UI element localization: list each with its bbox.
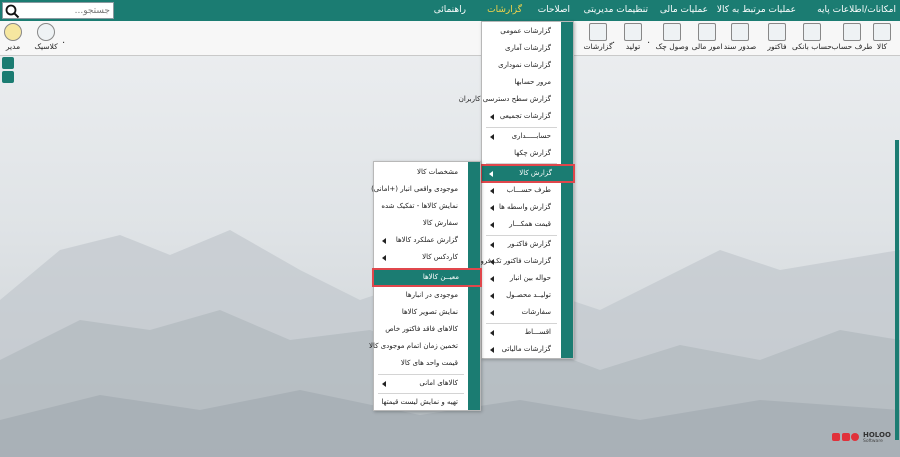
menu-item-orders[interactable]: سفارشات — [482, 304, 561, 321]
search-box[interactable] — [2, 2, 114, 19]
submenu-arrow-icon — [382, 238, 386, 244]
menu-financial-operations[interactable]: عملیات مالی — [660, 0, 708, 21]
submenu-arrow-icon — [490, 347, 494, 353]
menu-item-single-sale-invoice-reports[interactable]: گزارشات فاکتور تک فروشی — [469, 253, 561, 270]
search-input[interactable] — [22, 4, 110, 17]
goods-report-submenu: مشخصات کالا موجودی واقعی انبار (+امانی) … — [369, 161, 482, 411]
menu-item-real-stock[interactable]: موجودی واقعی انبار (+امانی) — [371, 181, 468, 198]
box-icon — [873, 23, 891, 41]
menu-item-goods-detailed[interactable]: نمایش کالاها - تفکیک شده — [374, 198, 468, 215]
menu-item-price-list[interactable]: تهیه و نمایش لیست قیمتها — [374, 394, 468, 411]
menu-corrections[interactable]: اصلاحات — [538, 0, 570, 21]
logo-subtext: Software — [863, 439, 883, 444]
toolbar-invoice-button[interactable]: فاکتور — [767, 21, 787, 56]
menu-item-goods-ledger[interactable]: معیــن کالاها — [372, 268, 482, 287]
submenu-arrow-icon — [489, 171, 493, 177]
menu-divider — [486, 163, 557, 164]
submenu-arrow-icon — [490, 310, 494, 316]
toolbar-bank-account-button[interactable]: حساب بانکی — [792, 21, 832, 56]
menu-item-cheque-report[interactable]: گزارش چکها — [482, 145, 561, 162]
submenu-arrow-icon — [490, 259, 494, 265]
menu-item-accounting[interactable]: حسابـــــداری — [482, 128, 561, 145]
toolbar-cheque-collection-button[interactable]: وصول چک — [655, 21, 689, 56]
menu-item-aggregate-reports[interactable]: گزارشات تجمیعی — [482, 108, 561, 125]
finance-icon — [698, 23, 716, 41]
menu-item-chart-reports[interactable]: گزارشات نموداری — [482, 57, 561, 74]
menu-goods-operations[interactable]: عملیات مرتبط به کالا — [717, 0, 796, 21]
toolbar-issue-document-button[interactable]: صدور سند — [724, 21, 756, 56]
menu-item-general-reports[interactable]: گزارشات عمومی — [482, 23, 561, 40]
menu-item-installments[interactable]: اقســـاط — [482, 324, 561, 341]
menu-item-account-party[interactable]: طرف حســـاب — [482, 182, 561, 199]
menu-item-account-review[interactable]: مرور حسابها — [482, 74, 561, 91]
submenu-arrow-icon — [490, 293, 494, 299]
menu-item-goods-performance[interactable]: گزارش عملکرد کالاها — [374, 232, 468, 249]
menu-item-warehouse-stock[interactable]: موجودی در انبارها — [374, 287, 468, 304]
cheque-icon — [663, 23, 681, 41]
menu-item-product-production[interactable]: تولیــد محصـول — [482, 287, 561, 304]
menu-item-tax-reports[interactable]: گزارشات مالیاتی — [482, 341, 561, 358]
submenu-arrow-icon — [382, 381, 386, 387]
invoice-icon — [768, 23, 786, 41]
menu-item-intermediaries-report[interactable]: گزارش واسطه ها — [482, 199, 561, 216]
menu-item-goods-order[interactable]: سفارش کالا — [374, 215, 468, 232]
submenu-arrow-icon — [490, 222, 494, 228]
menu-accent-strip — [561, 22, 573, 358]
menu-item-consigned-goods[interactable]: کالاهای امانی — [374, 375, 468, 392]
palette-icon — [37, 23, 55, 41]
toolbar-financial-affairs-button[interactable]: امور مالی — [692, 21, 722, 56]
submenu-arrow-icon — [490, 134, 494, 140]
toolbar-reports-label: گزارشات — [583, 42, 613, 51]
production-icon — [624, 23, 642, 41]
submenu-arrow-icon — [490, 114, 494, 120]
person-icon — [843, 23, 861, 41]
menu-management-settings[interactable]: تنظیمات مدیریتی — [584, 0, 648, 21]
toolbar-reports-button[interactable]: گزارشات — [583, 21, 613, 56]
menu-item-goods-without-invoice[interactable]: کالاهای فاقد فاکتور خاص — [374, 321, 468, 338]
toolbar-classic-button[interactable]: کلاسیک — [34, 21, 58, 56]
submenu-arrow-icon — [490, 276, 494, 282]
menu-item-statistical-reports[interactable]: گزارشات آماری — [482, 40, 561, 57]
submenu-arrow-icon — [382, 255, 386, 261]
menu-item-partner-price[interactable]: قیمت همکـــار — [482, 216, 561, 233]
reports-menu: گزارشات عمومی گزارشات آماری گزارشات نمود… — [459, 21, 575, 359]
menu-item-goods-specs[interactable]: مشخصات کالا — [374, 164, 468, 181]
manager-icon — [4, 23, 22, 41]
report-icon — [589, 23, 607, 41]
toolbar-production-button[interactable]: تولید — [623, 21, 643, 56]
bank-icon — [803, 23, 821, 41]
menu-reports[interactable]: گزارشات — [487, 0, 522, 21]
menu-item-user-access-report[interactable]: گزارش سطح دسترسی کاربران — [459, 91, 561, 108]
menu-item-unit-prices[interactable]: قیمت واحد های کالا — [374, 355, 468, 372]
info-icon[interactable] — [2, 57, 14, 69]
document-icon — [731, 23, 749, 41]
submenu-arrow-icon — [490, 242, 494, 248]
main-menubar: امکانات/اطلاعات پایه عملیات مرتبط به کال… — [0, 0, 900, 21]
menu-item-invoice-report[interactable]: گزارش فاکتـور — [482, 236, 561, 253]
toolbar-manager-label: مدیر — [5, 42, 21, 51]
user-icon[interactable] — [2, 71, 14, 83]
main-toolbar: کالا طرف حساب حساب بانکی فاکتور صدور سند… — [0, 21, 900, 56]
menu-accent-strip — [468, 162, 480, 410]
holoo-logo-mark — [832, 433, 859, 441]
menu-item-stock-depletion-estimate[interactable]: تخمین زمان اتمام موجودی کالا — [369, 338, 468, 355]
menu-basic-info[interactable]: امکانات/اطلاعات پایه — [817, 0, 896, 21]
menu-item-goods-cardex[interactable]: کاردکس کالا — [374, 249, 468, 266]
submenu-arrow-icon — [490, 205, 494, 211]
menu-item-inter-warehouse-transfer[interactable]: حواله بین انبار — [482, 270, 561, 287]
submenu-arrow-icon — [490, 188, 494, 194]
toolbar-account-party-button[interactable]: طرف حساب — [832, 21, 872, 56]
menu-help[interactable]: راهنمائی — [434, 0, 466, 21]
toolbar-manager-button[interactable]: مدیر — [3, 21, 23, 56]
logo-text: HOLOO — [863, 431, 891, 439]
menu-item-goods-report[interactable]: گزارش کالا — [480, 164, 575, 183]
menu-item-goods-images[interactable]: نمایش تصویر کالاها — [374, 304, 468, 321]
search-icon[interactable] — [4, 3, 20, 19]
right-edge-strip — [895, 140, 899, 440]
submenu-arrow-icon — [490, 330, 494, 336]
